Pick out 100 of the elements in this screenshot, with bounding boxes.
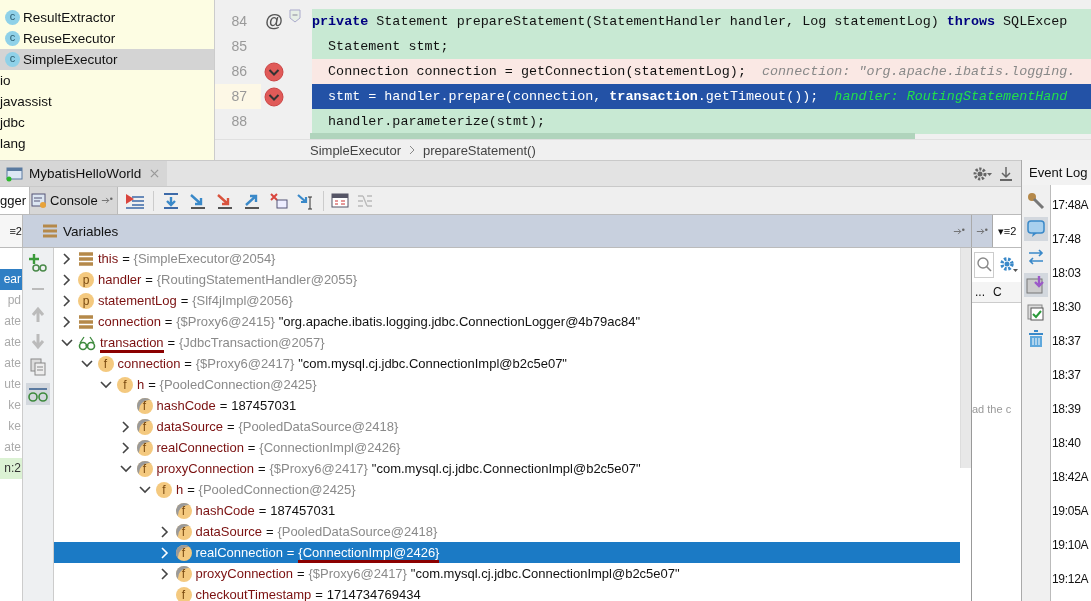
session-tab[interactable]: MybatisHelloWorld <box>0 161 168 186</box>
chevron-down-icon[interactable] <box>61 336 73 349</box>
copy-icon[interactable] <box>28 357 48 377</box>
variable-row[interactable]: f realConnection = {ConnectionImpl@2426} <box>54 437 960 458</box>
variable-row[interactable]: f hashCode = 187457031 <box>54 500 960 521</box>
variable-row[interactable]: p statementLog = {Slf4jImpl@2056} <box>54 290 960 311</box>
drop-frame-icon[interactable] <box>268 191 289 210</box>
project-tree-item[interactable]: javassist <box>0 91 214 112</box>
console-icon <box>31 192 48 209</box>
variable-row[interactable]: connection = {$Proxy6@2415} "org.apache.ibatis.logging.jdbc.ConnectionLogger@4b79ac84" <box>54 311 960 332</box>
chevron-icon <box>409 145 416 155</box>
variable-row[interactable]: f proxyConnection = {$Proxy6@2417} "com.mysql.cj.jdbc.ConnectionImpl@b2c5e07" <box>54 563 960 584</box>
field-icon: f <box>156 481 172 498</box>
settings-icon[interactable] <box>999 256 1019 274</box>
field-icon: f <box>136 418 153 435</box>
pin-icon[interactable] <box>100 196 113 205</box>
field-icon: f <box>136 397 153 414</box>
parameter-icon: p <box>78 271 94 288</box>
frame-item[interactable]: n:2 <box>0 458 22 479</box>
chevron-right-icon[interactable] <box>61 315 73 328</box>
variable-row[interactable]: f hashCode = 187457031 <box>54 395 960 416</box>
chevron-right-icon[interactable] <box>158 546 171 559</box>
swap-icon[interactable] <box>1026 247 1046 267</box>
checkbox-icon[interactable] <box>1026 303 1046 323</box>
stack-icon <box>78 250 94 267</box>
download-icon[interactable] <box>999 165 1013 182</box>
breadcrumb-item[interactable]: SimpleExecutor <box>310 142 402 158</box>
layout-button[interactable]: ≡2 <box>0 215 22 247</box>
field-icon: f <box>175 544 192 561</box>
chevron-right-icon[interactable] <box>61 294 73 307</box>
field-icon: f <box>97 355 114 372</box>
speech-bubble-icon[interactable] <box>1024 217 1048 241</box>
variable-row[interactable]: transaction = {JdbcTransaction@2057} <box>54 332 960 353</box>
variable-row[interactable]: f connection = {$Proxy6@2417} "com.mysql.cj.jdbc.ConnectionImpl@b2c5e07" <box>54 353 960 374</box>
project-tree-item[interactable]: c ReuseExecutor <box>0 28 214 49</box>
glasses-icon[interactable] <box>26 383 50 405</box>
variable-text: realConnection = {ConnectionImpl@2426} <box>156 440 401 455</box>
chevron-right-icon[interactable] <box>119 441 132 454</box>
search-icon[interactable] <box>974 252 994 278</box>
panel-title: Event Log <box>1022 160 1091 185</box>
variable-row[interactable]: f checkoutTimestamp = 1714734769434 <box>54 584 960 601</box>
variable-row[interactable]: this = {SimpleExecutor@2054} <box>54 248 960 269</box>
variable-row[interactable]: f realConnection = {ConnectionImpl@2426} <box>54 542 960 563</box>
breakpoint-icon[interactable] <box>264 61 284 82</box>
column-header[interactable]: C <box>993 285 1002 299</box>
chevron-down-icon[interactable] <box>80 357 93 370</box>
pin-icon[interactable] <box>953 226 965 236</box>
line-number: 85 <box>230 37 248 56</box>
variable-text: dataSource = {PooledDataSource@2418} <box>195 524 438 539</box>
variable-text: connection = {$Proxy6@2415} "org.apache.ibatis.logging.jdbc.ConnectionLogger@4b79ac84" <box>98 314 641 329</box>
column-header[interactable]: ... <box>975 285 985 299</box>
log-time: 18:37 <box>1051 367 1082 384</box>
scrollbar[interactable] <box>310 133 915 139</box>
log-time: 19:10A <box>1051 537 1090 554</box>
pin-icon[interactable] <box>976 226 988 236</box>
calculator-icon[interactable] <box>330 192 349 209</box>
chevron-right-icon[interactable] <box>158 525 171 538</box>
project-tree-item[interactable]: c ResultExtractor <box>0 7 214 28</box>
trash-icon[interactable] <box>1026 329 1046 349</box>
hint-text: ad the c <box>972 403 1013 415</box>
log-time: 18:30 <box>1051 299 1082 316</box>
chevron-right-icon[interactable] <box>119 420 132 433</box>
breadcrumb-item[interactable]: prepareStatement() <box>423 142 536 158</box>
override-marker[interactable]: @ <box>265 11 283 32</box>
variable-row[interactable]: f dataSource = {PooledDataSource@2418} <box>54 416 960 437</box>
field-icon: f <box>175 523 192 540</box>
add-watch-icon[interactable] <box>28 253 48 273</box>
project-tree-item[interactable]: c SimpleExecutor <box>0 49 214 70</box>
breakpoint-icon[interactable] <box>264 86 284 107</box>
variable-row[interactable]: f proxyConnection = {$Proxy6@2417} "com.mysql.cj.jdbc.ConnectionImpl@b2c5e07" <box>54 458 960 479</box>
field-icon: f <box>175 586 192 601</box>
variable-row[interactable]: f h = {PooledConnection@2425} <box>54 374 960 395</box>
log-time: 18:03 <box>1051 265 1082 282</box>
debug-tab[interactable]: Console <box>30 187 118 214</box>
variable-row[interactable]: f dataSource = {PooledDataSource@2418} <box>54 521 960 542</box>
fold-marker-icon[interactable] <box>288 9 301 23</box>
wrench-icon[interactable] <box>1026 191 1046 211</box>
chevron-down-icon[interactable] <box>119 462 132 475</box>
variable-text: this = {SimpleExecutor@2054} <box>98 251 276 266</box>
chevron-right-icon[interactable] <box>61 252 73 265</box>
chevron-right-icon[interactable] <box>61 273 73 286</box>
scrollbar[interactable] <box>960 248 971 468</box>
chevron-down-icon[interactable] <box>100 378 112 391</box>
project-tree-item[interactable]: lang <box>0 133 214 154</box>
line-number: 88 <box>230 112 248 131</box>
variable-row[interactable]: f h = {PooledConnection@2425} <box>54 479 960 500</box>
project-tree-item[interactable]: io <box>0 70 214 91</box>
chevron-right-icon[interactable] <box>158 567 171 580</box>
settings-icon[interactable] <box>973 165 993 182</box>
chevron-down-icon[interactable] <box>139 483 151 496</box>
import-icon[interactable] <box>1024 273 1048 297</box>
project-tree-item[interactable]: jdbc <box>0 112 214 133</box>
glasses-icon <box>78 334 96 351</box>
variable-text: proxyConnection = {$Proxy6@2417} "com.mysql.cj.jdbc.ConnectionImpl@b2c5e07" <box>195 566 680 581</box>
frame-item[interactable]: ear <box>0 269 22 290</box>
debug-tab[interactable]: gger <box>0 187 31 214</box>
execution-point-icon[interactable] <box>123 191 146 210</box>
variable-row[interactable]: p handler = {RoutingStatementHandler@2055} <box>54 269 960 290</box>
parameter-icon: p <box>78 292 94 309</box>
variable-text: hashCode = 187457031 <box>195 503 336 518</box>
